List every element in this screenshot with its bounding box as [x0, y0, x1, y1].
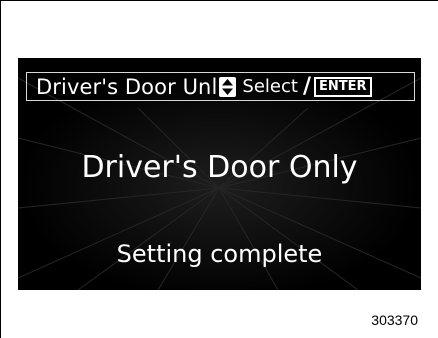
frame-top-border: [0, 0, 438, 1]
header-title: Driver's Door Unl: [36, 74, 218, 99]
display-header: Driver's Door Unl Select / ENTER: [26, 72, 415, 101]
status-message: Setting complete: [116, 240, 323, 268]
enter-key-icon: ENTER: [313, 76, 372, 97]
slash-separator: /: [302, 74, 311, 99]
setting-value: Driver's Door Only: [81, 150, 358, 185]
frame-left-border: [0, 0, 1, 338]
figure-number: 303370: [371, 312, 418, 328]
select-label: Select: [242, 76, 298, 97]
multi-function-display: Driver's Door Unl Select / ENTER Driver'…: [18, 58, 421, 290]
up-down-arrow-icon: [219, 76, 237, 97]
